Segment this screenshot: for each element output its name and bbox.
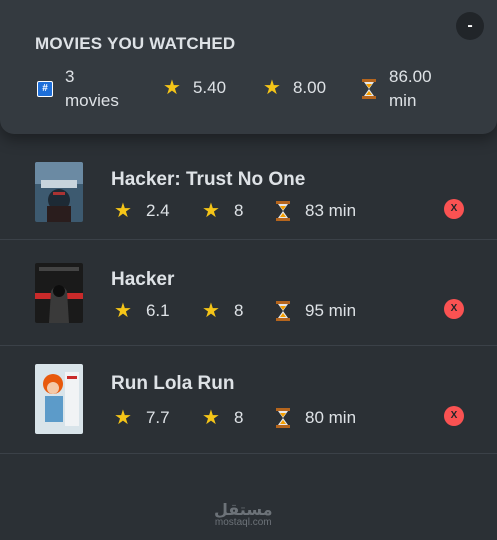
movie-user-rating: ★ 8 bbox=[202, 300, 244, 322]
movie-runtime: 83 min bbox=[275, 201, 356, 221]
movie-poster bbox=[35, 162, 83, 222]
delete-movie-button[interactable]: X bbox=[444, 199, 464, 219]
summary-title: MOVIES YOU WATCHED bbox=[35, 34, 236, 53]
movie-count-value: 3 bbox=[65, 67, 75, 86]
hash-icon: # bbox=[37, 81, 53, 97]
star-icon: ★ bbox=[202, 407, 220, 429]
movie-list-item[interactable]: Hacker ★ 6.1 ★ 8 95 min X bbox=[0, 240, 497, 346]
movie-imdb-rating: ★ 2.4 bbox=[114, 200, 170, 222]
hourglass-icon bbox=[276, 301, 290, 321]
stat-movie-count: # 3 movies bbox=[37, 65, 119, 113]
star-icon: ★ bbox=[263, 77, 281, 99]
watermark-latin: mostaql.com bbox=[214, 517, 272, 528]
star-icon: ★ bbox=[202, 200, 220, 222]
avg-runtime-value: 86.00 bbox=[389, 67, 432, 86]
hourglass-icon bbox=[362, 79, 376, 99]
delete-movie-button[interactable]: X bbox=[444, 406, 464, 426]
collapse-button[interactable]: - bbox=[456, 12, 484, 40]
movie-poster bbox=[35, 364, 83, 434]
stat-avg-runtime: 86.00 min bbox=[361, 65, 432, 113]
movie-list-item[interactable]: Run Lola Run ★ 7.7 ★ 8 80 min X bbox=[0, 346, 497, 454]
movie-poster bbox=[35, 263, 83, 323]
star-icon: ★ bbox=[114, 200, 132, 222]
movie-runtime: 95 min bbox=[275, 301, 356, 321]
hourglass-icon bbox=[276, 408, 290, 428]
movie-title: Hacker: Trust No One bbox=[111, 169, 306, 190]
avg-imdb-rating-value: 5.40 bbox=[192, 78, 227, 97]
watched-summary: MOVIES YOU WATCHED - # 3 movies ★ 5.40 ★… bbox=[0, 0, 497, 134]
star-icon: ★ bbox=[114, 407, 132, 429]
movie-title: Run Lola Run bbox=[111, 373, 235, 394]
stat-avg-imdb-rating: ★ 5.40 bbox=[163, 78, 226, 98]
movie-user-rating: ★ 8 bbox=[202, 407, 244, 429]
movie-user-rating: ★ 8 bbox=[202, 200, 244, 222]
hourglass-icon bbox=[276, 201, 290, 221]
avg-user-rating-value: 8.00 bbox=[292, 78, 327, 97]
movie-imdb-rating: ★ 6.1 bbox=[114, 300, 170, 322]
movie-imdb-rating: ★ 7.7 bbox=[114, 407, 170, 429]
delete-movie-button[interactable]: X bbox=[444, 299, 464, 319]
star-icon: ★ bbox=[163, 77, 181, 99]
movie-title: Hacker bbox=[111, 269, 175, 290]
movie-list-item[interactable]: Hacker: Trust No One ★ 2.4 ★ 8 83 min X bbox=[0, 134, 497, 240]
watermark-logo: مستقل mostaql.com bbox=[214, 500, 273, 528]
star-icon: ★ bbox=[114, 300, 132, 322]
movie-count-unit: movies bbox=[65, 91, 119, 110]
avg-runtime-unit: min bbox=[389, 91, 417, 110]
star-icon: ★ bbox=[202, 300, 220, 322]
movie-runtime: 80 min bbox=[275, 408, 356, 428]
stat-avg-user-rating: ★ 8.00 bbox=[263, 78, 326, 98]
